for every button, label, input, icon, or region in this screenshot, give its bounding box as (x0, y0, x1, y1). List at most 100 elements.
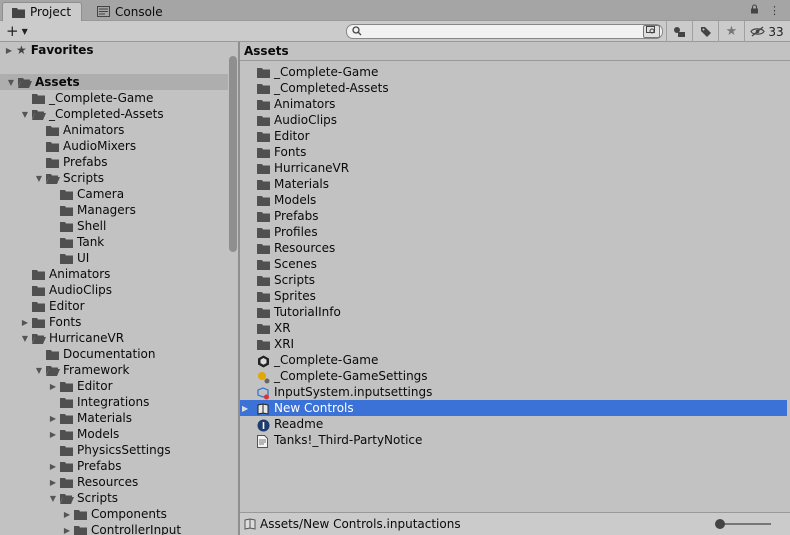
tree-scrollbar[interactable] (228, 42, 238, 535)
asset-item[interactable]: Fonts (240, 144, 787, 160)
expand-arrow-icon[interactable]: ▶ (242, 404, 248, 413)
tree-item-label: Shell (77, 219, 107, 233)
asset-item[interactable]: _Complete-GameSettings (240, 368, 787, 384)
expand-arrow-icon[interactable]: ▼ (20, 334, 30, 343)
tree-item[interactable]: ▼ _Completed-Assets (0, 106, 228, 122)
info-icon (257, 419, 270, 431)
search-input[interactable] (346, 24, 663, 39)
expand-arrow-icon[interactable]: ▼ (34, 366, 44, 375)
favorites-row[interactable]: ▶ ★ Favorites (0, 42, 228, 58)
tree-item[interactable]: ▶ Models (0, 426, 228, 442)
tree-item[interactable]: Camera (0, 186, 228, 202)
selected-asset-path: Assets/New Controls.inputactions (260, 517, 461, 531)
asset-item[interactable]: _Complete-Game (240, 352, 787, 368)
asset-item[interactable]: Scripts (240, 272, 787, 288)
tree-item[interactable]: ▶ Prefabs (0, 458, 228, 474)
search-by-type-button[interactable] (666, 21, 692, 42)
tab-console[interactable]: Console (88, 2, 168, 21)
expand-arrow-icon[interactable]: ▶ (48, 414, 58, 423)
tree-item[interactable]: Editor (0, 298, 228, 314)
scrollbar-thumb[interactable] (229, 56, 237, 252)
asset-item[interactable]: Animators (240, 96, 787, 112)
tree-item[interactable]: ▶ ControllerInput (0, 522, 228, 535)
tree-item[interactable]: Integrations (0, 394, 228, 410)
folder-icon (60, 253, 73, 264)
asset-item[interactable]: _Completed-Assets (240, 80, 787, 96)
folder-icon (257, 227, 270, 238)
asset-item[interactable]: Materials (240, 176, 787, 192)
asset-item[interactable]: TutorialInfo (240, 304, 787, 320)
slider-knob[interactable] (715, 519, 725, 529)
tree-item[interactable]: Managers (0, 202, 228, 218)
expand-arrow-icon[interactable]: ▶ (48, 462, 58, 471)
text-file-icon (257, 434, 270, 448)
hidden-packages-toggle[interactable]: 33 (744, 21, 789, 42)
tree-item[interactable]: ▶ Resources (0, 474, 228, 490)
expand-arrow-icon[interactable]: ▼ (34, 174, 44, 183)
asset-item[interactable]: AudioClips (240, 112, 787, 128)
search-filter-button[interactable] (643, 25, 660, 38)
asset-item[interactable]: Readme (240, 416, 787, 432)
search-by-label-button[interactable] (692, 21, 718, 42)
tree-item[interactable]: ▼ HurricaneVR (0, 330, 228, 346)
asset-item[interactable]: Scenes (240, 256, 787, 272)
folder-icon (257, 131, 270, 142)
asset-item[interactable]: ▶ New Controls (240, 400, 787, 416)
tree-item[interactable]: ▼ Framework (0, 362, 228, 378)
expand-arrow-icon[interactable]: ▼ (20, 110, 30, 119)
tree-item[interactable]: Shell (0, 218, 228, 234)
tree-item[interactable]: ▶ Components (0, 506, 228, 522)
expand-arrow-icon[interactable]: ▶ (20, 318, 30, 327)
tree-item[interactable]: UI (0, 250, 228, 266)
asset-item[interactable]: Models (240, 192, 787, 208)
tree-item[interactable]: ▼ Scripts (0, 170, 228, 186)
asset-item[interactable]: InputSystem.inputsettings (240, 384, 787, 400)
asset-item-label: Readme (274, 417, 324, 431)
expand-arrow-icon[interactable]: ▶ (48, 382, 58, 391)
asset-item-label: Scenes (274, 257, 317, 271)
assets-panel[interactable]: Assets _Complete-Game _Completed-Assets An… (240, 42, 790, 512)
menu-icon[interactable]: ⋮ (769, 4, 780, 17)
expand-arrow-icon[interactable]: ▶ (4, 46, 14, 55)
expand-arrow-icon[interactable]: ▶ (62, 526, 72, 535)
icon-size-slider[interactable] (715, 519, 771, 529)
asset-item[interactable]: HurricaneVR (240, 160, 787, 176)
tree-item-label: Framework (63, 363, 130, 377)
tree-item-label: Documentation (63, 347, 156, 361)
asset-item[interactable]: Resources (240, 240, 787, 256)
tree-item[interactable]: ▶ Materials (0, 410, 228, 426)
tree-item[interactable]: AudioMixers (0, 138, 228, 154)
tab-project[interactable]: Project (2, 2, 82, 21)
tree-item[interactable]: AudioClips (0, 282, 228, 298)
asset-item[interactable]: XR (240, 320, 787, 336)
asset-item[interactable]: Prefabs (240, 208, 787, 224)
asset-item[interactable]: Editor (240, 128, 787, 144)
asset-item[interactable]: _Complete-Game (240, 64, 787, 80)
asset-item[interactable]: Tanks!_Third-PartyNotice (240, 432, 787, 448)
tree-item[interactable]: Tank (0, 234, 228, 250)
create-button[interactable]: + ▼ (6, 22, 36, 40)
expand-arrow-icon[interactable]: ▼ (6, 78, 16, 87)
tree-item[interactable]: ▼ Assets (0, 74, 228, 90)
lock-icon[interactable] (750, 4, 759, 17)
folder-icon (257, 323, 270, 334)
tree-item[interactable]: Documentation (0, 346, 228, 362)
folder-tree[interactable]: ▶ ★ Favorites ▼ Assets _Complete-Game ▼ _Com… (0, 42, 238, 535)
expand-arrow-icon[interactable]: ▶ (48, 430, 58, 439)
asset-item[interactable]: Profiles (240, 224, 787, 240)
tree-item[interactable]: ▶ Editor (0, 378, 228, 394)
asset-item[interactable]: Sprites (240, 288, 787, 304)
tree-item[interactable]: ▼ Scripts (0, 490, 228, 506)
tree-item[interactable]: Animators (0, 122, 228, 138)
asset-item[interactable]: XRI (240, 336, 787, 352)
tree-item[interactable]: PhysicsSettings (0, 442, 228, 458)
assets-breadcrumb[interactable]: Assets (240, 42, 790, 61)
tree-item[interactable]: ▶ Fonts (0, 314, 228, 330)
tree-item[interactable]: Prefabs (0, 154, 228, 170)
tree-item[interactable]: _Complete-Game (0, 90, 228, 106)
expand-arrow-icon[interactable]: ▼ (48, 494, 58, 503)
expand-arrow-icon[interactable]: ▶ (48, 478, 58, 487)
favorites-filter-button[interactable]: ★ (718, 21, 744, 42)
tree-item[interactable]: Animators (0, 266, 228, 282)
expand-arrow-icon[interactable]: ▶ (62, 510, 72, 519)
